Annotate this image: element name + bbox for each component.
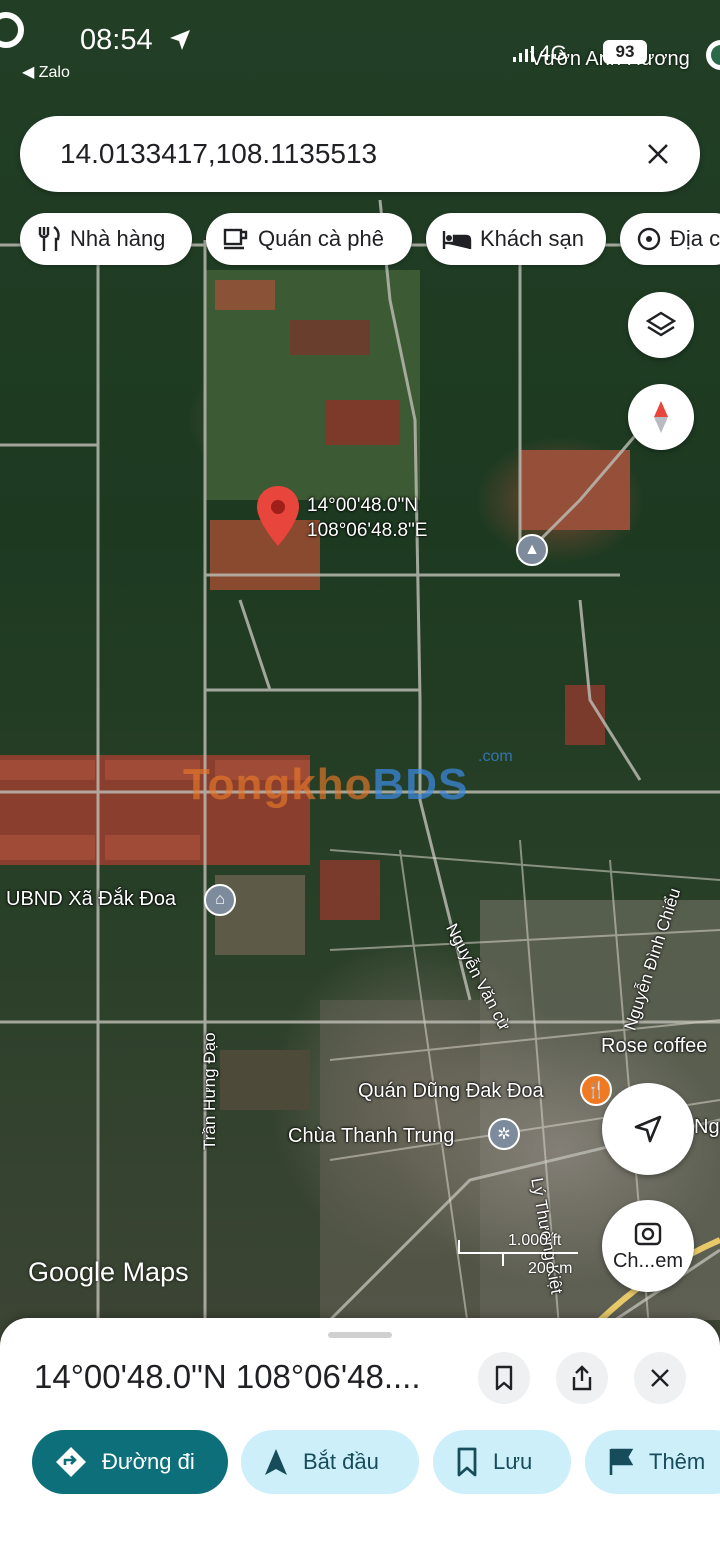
lens-label: Ch...em [612,1249,684,1272]
google-maps-logo: Google Maps [28,1257,189,1287]
chip-attractions[interactable]: Địa c [620,213,720,265]
temple-icon[interactable]: ✲ [488,1118,520,1150]
lens-search-button[interactable]: Ch...em [602,1200,694,1292]
share-icon [572,1365,592,1391]
search-input[interactable]: 14.0133417,108.1135513 [60,138,377,170]
restaurant-pin-icon[interactable]: 🍴 [580,1074,612,1106]
scale-secondary: 200 m [528,1260,573,1277]
pin-longitude: 108°06'48.8"E [307,520,428,541]
hotel-icon [442,231,472,249]
back-to-app[interactable]: ◀ Zalo [22,62,70,82]
chip-label: Địa c [670,226,720,251]
coffee-icon [223,228,248,250]
share-button[interactable] [556,1352,608,1404]
start-button[interactable]: Bắt đầu [241,1430,419,1494]
chip-hotels[interactable]: Khách sạn [426,213,606,265]
compass-button[interactable] [628,384,694,450]
action-label: Lưu [493,1449,533,1474]
watermark-logo: TongkhoBDS [183,760,468,810]
directions-button[interactable]: Đường đi [32,1430,228,1494]
watermark-text-2: BDS [372,760,469,809]
map-scale: 1.000 ft 200 m [456,1232,586,1280]
pin-latitude: 14°00'48.0"N [307,495,418,516]
close-icon[interactable] [638,134,678,174]
layers-button[interactable] [628,292,694,358]
attractions-icon [637,227,661,251]
network-label: 4G [539,42,568,65]
watermark-text-1: Tongkho [183,760,373,809]
pin-coordinates-label: 14°00'48.0"N 108°06'48.8"E [307,493,427,543]
chip-cafes[interactable]: Quán cà phê [206,213,412,265]
street-label-tran-hung-dao: Trần Hưng Đạo [200,1032,219,1150]
network-type: 4G [513,42,567,66]
drag-handle[interactable] [328,1332,392,1338]
layers-icon [645,311,677,337]
save-bookmark-button[interactable] [478,1352,530,1404]
action-label: Bắt đầu [303,1449,379,1474]
add-label-button[interactable]: Thêm [585,1430,720,1494]
place-sheet[interactable]: 14°00'48.0"N 108°06'48.... Đường đi Bắt … [0,1318,720,1564]
place-label-edge: Nguy [694,1116,720,1138]
save-button[interactable]: Lưu [433,1430,571,1494]
watermark-suffix: .com [478,748,513,765]
status-time: 08:54 [80,24,153,56]
compass-icon [654,401,668,433]
place-label-chua[interactable]: Chùa Thanh Trung [288,1125,454,1148]
restaurant-icon [38,226,60,251]
search-bar[interactable]: 14.0133417,108.1135513 [20,116,700,192]
place-label-quan-dung[interactable]: Quán Dũng Đak Đoa [358,1080,544,1103]
bookmark-icon [457,1447,477,1477]
signal-icon [513,46,534,63]
battery-level: 93 [603,40,647,64]
action-label: Thêm [649,1449,706,1474]
place-label-rose-coffee[interactable]: Rose coffee [601,1035,707,1058]
navigation-arrow-icon [634,1115,662,1143]
scale-primary: 1.000 ft [508,1232,562,1249]
location-arrow-icon [168,28,192,57]
chip-label: Khách sạn [480,226,584,251]
action-label: Đường đi [102,1449,195,1474]
place-label-ubnd[interactable]: UBND Xã Đắk Đoa [6,888,176,911]
government-building-icon[interactable]: ⌂ [204,884,236,916]
my-location-button[interactable] [602,1083,694,1175]
close-icon [651,1369,669,1387]
chip-restaurants[interactable]: Nhà hàng [20,213,192,265]
monument-icon[interactable]: ▲ [516,534,548,566]
navigation-icon [265,1449,287,1475]
flag-icon [609,1448,634,1475]
directions-icon [56,1447,86,1477]
close-sheet-button[interactable] [634,1352,686,1404]
chip-label: Quán cà phê [258,226,384,251]
bookmark-icon [495,1365,513,1391]
chip-label: Nhà hàng [70,226,166,251]
camera-search-icon [634,1222,662,1245]
place-title: 14°00'48.0"N 108°06'48.... [34,1358,421,1395]
